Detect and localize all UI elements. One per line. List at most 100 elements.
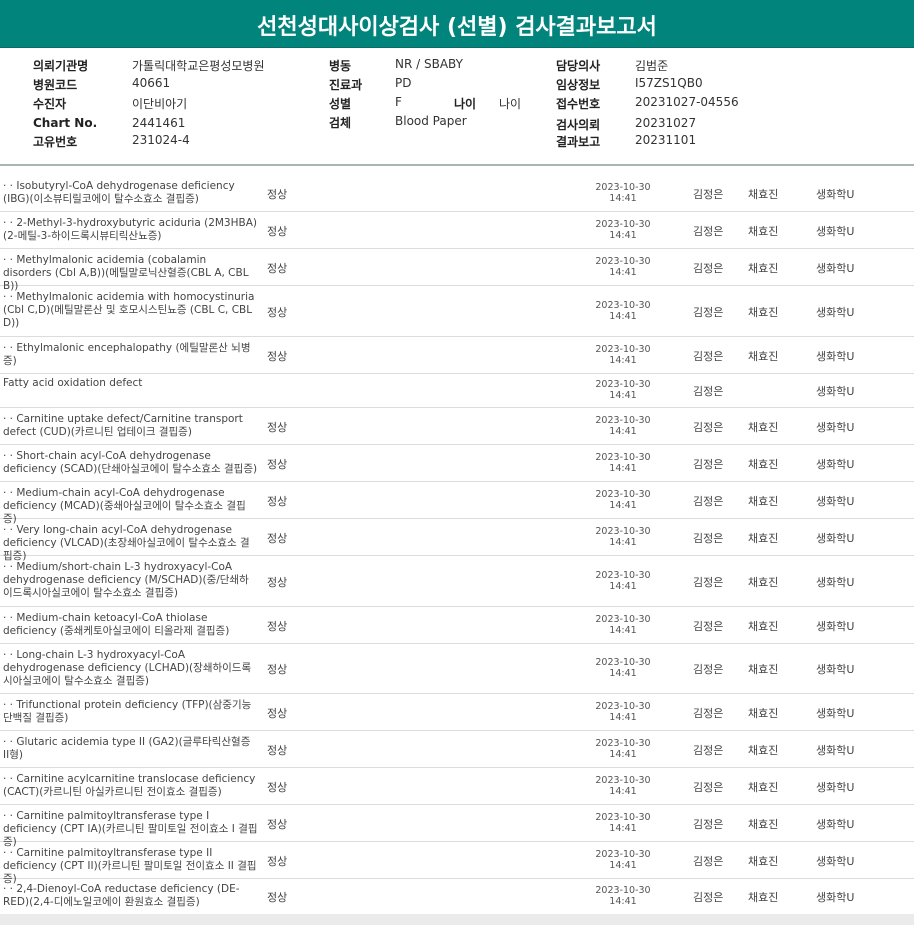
value-specimen: Blood Paper	[395, 114, 467, 128]
result-test-name: · · Trifunctional protein deficiency (TF…	[3, 699, 252, 724]
result-row[interactable]: · · Carnitine acylcarnitine translocase …	[0, 767, 914, 805]
result-row[interactable]: · · Isobutyryl-CoA dehydrogenase deficie…	[0, 175, 914, 212]
label-department: 진료과	[329, 78, 363, 92]
result-department: 생화학U	[816, 225, 855, 238]
result-datetime: 2023-10-30 14:41	[585, 849, 661, 871]
result-tester: 김정은	[693, 576, 724, 589]
result-row[interactable]: · · Trifunctional protein deficiency (TF…	[0, 693, 914, 731]
result-row[interactable]: · · Very long-chain acyl-CoA dehydrogena…	[0, 518, 914, 562]
result-approver: 채효진	[748, 532, 779, 545]
results-list[interactable]: · · Isobutyryl-CoA dehydrogenase deficie…	[0, 175, 914, 915]
value-ward: NR / SBABY	[395, 57, 463, 71]
result-datetime: 2023-10-30 14:41	[585, 812, 661, 834]
result-department: 생화학U	[816, 262, 855, 275]
result-department: 생화학U	[816, 707, 855, 720]
result-datetime: 2023-10-30 14:41	[585, 885, 661, 907]
result-tester: 김정은	[693, 891, 724, 904]
result-row[interactable]: · · Glutaric acidemia type II (GA2)(글루타릭…	[0, 730, 914, 768]
result-datetime: 2023-10-30 14:41	[585, 701, 661, 723]
result-approver: 채효진	[748, 781, 779, 794]
result-row[interactable]: Fatty acid oxidation defect 김정은 생화학U 2023-1…	[0, 373, 914, 408]
result-date: 2023-10-30	[595, 219, 651, 230]
scrollbar-track[interactable]	[0, 914, 914, 925]
result-approver: 채효진	[748, 744, 779, 757]
label-receipt-number: 접수번호	[556, 97, 601, 111]
result-value: 정상	[267, 262, 288, 275]
result-value: 정상	[267, 781, 288, 794]
result-row[interactable]: · · 2,4-Dienoyl-CoA reductase deficiency…	[0, 878, 914, 915]
result-time: 14:41	[609, 426, 637, 437]
result-time: 14:41	[609, 230, 637, 241]
result-datetime: 2023-10-30 14:41	[585, 775, 661, 797]
result-test-name: · · Methylmalonic acidemia with homocyst…	[3, 291, 255, 329]
result-tester: 김정은	[693, 781, 724, 794]
result-row[interactable]: · · Medium-chain acyl-CoA dehydrogenase …	[0, 481, 914, 525]
result-row[interactable]: · · Carnitine palmitoyltransferase type …	[0, 841, 914, 885]
value-test-request: 20231027	[635, 116, 697, 130]
result-tester: 김정은	[693, 262, 724, 275]
value-unique-number: 231024-4	[132, 133, 190, 147]
result-tester: 김정은	[693, 855, 724, 868]
label-requesting-institution: 의뢰기관명	[33, 59, 89, 73]
result-department: 생화학U	[816, 855, 855, 868]
result-value: 정상	[267, 744, 288, 757]
value-age: 나이	[499, 97, 522, 111]
result-tester: 김정은	[693, 707, 724, 720]
result-tester: 김정은	[693, 744, 724, 757]
result-datetime: 2023-10-30 14:41	[585, 657, 661, 679]
result-datetime: 2023-10-30 14:41	[585, 300, 661, 322]
result-time: 14:41	[609, 193, 637, 204]
result-datetime: 2023-10-30 14:41	[585, 219, 661, 241]
result-value: 정상	[267, 891, 288, 904]
result-department: 생화학U	[816, 306, 855, 319]
result-date: 2023-10-30	[595, 614, 651, 625]
result-date: 2023-10-30	[595, 452, 651, 463]
result-department: 생화학U	[816, 495, 855, 508]
result-row[interactable]: · · Short-chain acyl-CoA dehydrogenase d…	[0, 444, 914, 482]
result-row[interactable]: · · Medium-chain ketoacyl-CoA thiolase d…	[0, 606, 914, 644]
result-tester: 김정은	[693, 350, 724, 363]
label-sex: 성별	[329, 97, 352, 111]
result-test-name: · · Short-chain acyl-CoA dehydrogenase d…	[3, 450, 258, 475]
result-tester: 김정은	[693, 385, 724, 398]
result-test-name: · · Isobutyryl-CoA dehydrogenase deficie…	[3, 180, 235, 205]
result-department: 생화학U	[816, 458, 855, 471]
result-department: 생화학U	[816, 781, 855, 794]
result-date: 2023-10-30	[595, 182, 651, 193]
result-tester: 김정은	[693, 306, 724, 319]
result-row[interactable]: · · Ethylmalonic encephalopathy (에틸말론산 뇌…	[0, 336, 914, 374]
result-value: 정상	[267, 707, 288, 720]
result-time: 14:41	[609, 390, 637, 401]
result-datetime: 2023-10-30 14:41	[585, 614, 661, 636]
value-chart-no: 2441461	[132, 116, 186, 130]
result-tester: 김정은	[693, 495, 724, 508]
result-date: 2023-10-30	[595, 415, 651, 426]
result-time: 14:41	[609, 537, 637, 548]
result-row[interactable]: · · Long-chain L-3 hydroxyacyl-CoA dehyd…	[0, 643, 914, 694]
result-value: 정상	[267, 855, 288, 868]
label-test-request: 검사의뢰	[556, 118, 601, 132]
result-row[interactable]: · · Medium/short-chain L-3 hydroxyacyl-C…	[0, 555, 914, 607]
result-approver: 채효진	[748, 891, 779, 904]
result-row[interactable]: · · Methylmalonic acidemia (cobalamin di…	[0, 248, 914, 292]
result-test-name: · · 2,4-Dienoyl-CoA reductase deficiency…	[3, 883, 240, 908]
result-row[interactable]: · · Carnitine uptake defect/Carnitine tr…	[0, 407, 914, 445]
result-approver: 채효진	[748, 225, 779, 238]
result-value: 정상	[267, 620, 288, 633]
result-approver: 채효진	[748, 306, 779, 319]
result-row[interactable]: · · 2-Methyl-3-hydroxybutyric aciduria (…	[0, 211, 914, 249]
result-datetime: 2023-10-30 14:41	[585, 182, 661, 204]
result-department: 생화학U	[816, 532, 855, 545]
result-date: 2023-10-30	[595, 849, 651, 860]
result-row[interactable]: · · Methylmalonic acidemia with homocyst…	[0, 285, 914, 337]
result-row[interactable]: · · Carnitine palmitoyltransferase type …	[0, 804, 914, 848]
result-time: 14:41	[609, 668, 637, 679]
patient-info-panel: 의뢰기관명 가톨릭대학교은평성모병원 병원코드 40661 수진자 이단비아기 …	[0, 48, 914, 166]
result-approver: 채효진	[748, 855, 779, 868]
label-age: 나이	[454, 97, 477, 111]
result-time: 14:41	[609, 267, 637, 278]
result-test-name: · · Long-chain L-3 hydroxyacyl-CoA dehyd…	[3, 649, 252, 687]
result-value: 정상	[267, 306, 288, 319]
result-tester: 김정은	[693, 620, 724, 633]
result-datetime: 2023-10-30 14:41	[585, 452, 661, 474]
